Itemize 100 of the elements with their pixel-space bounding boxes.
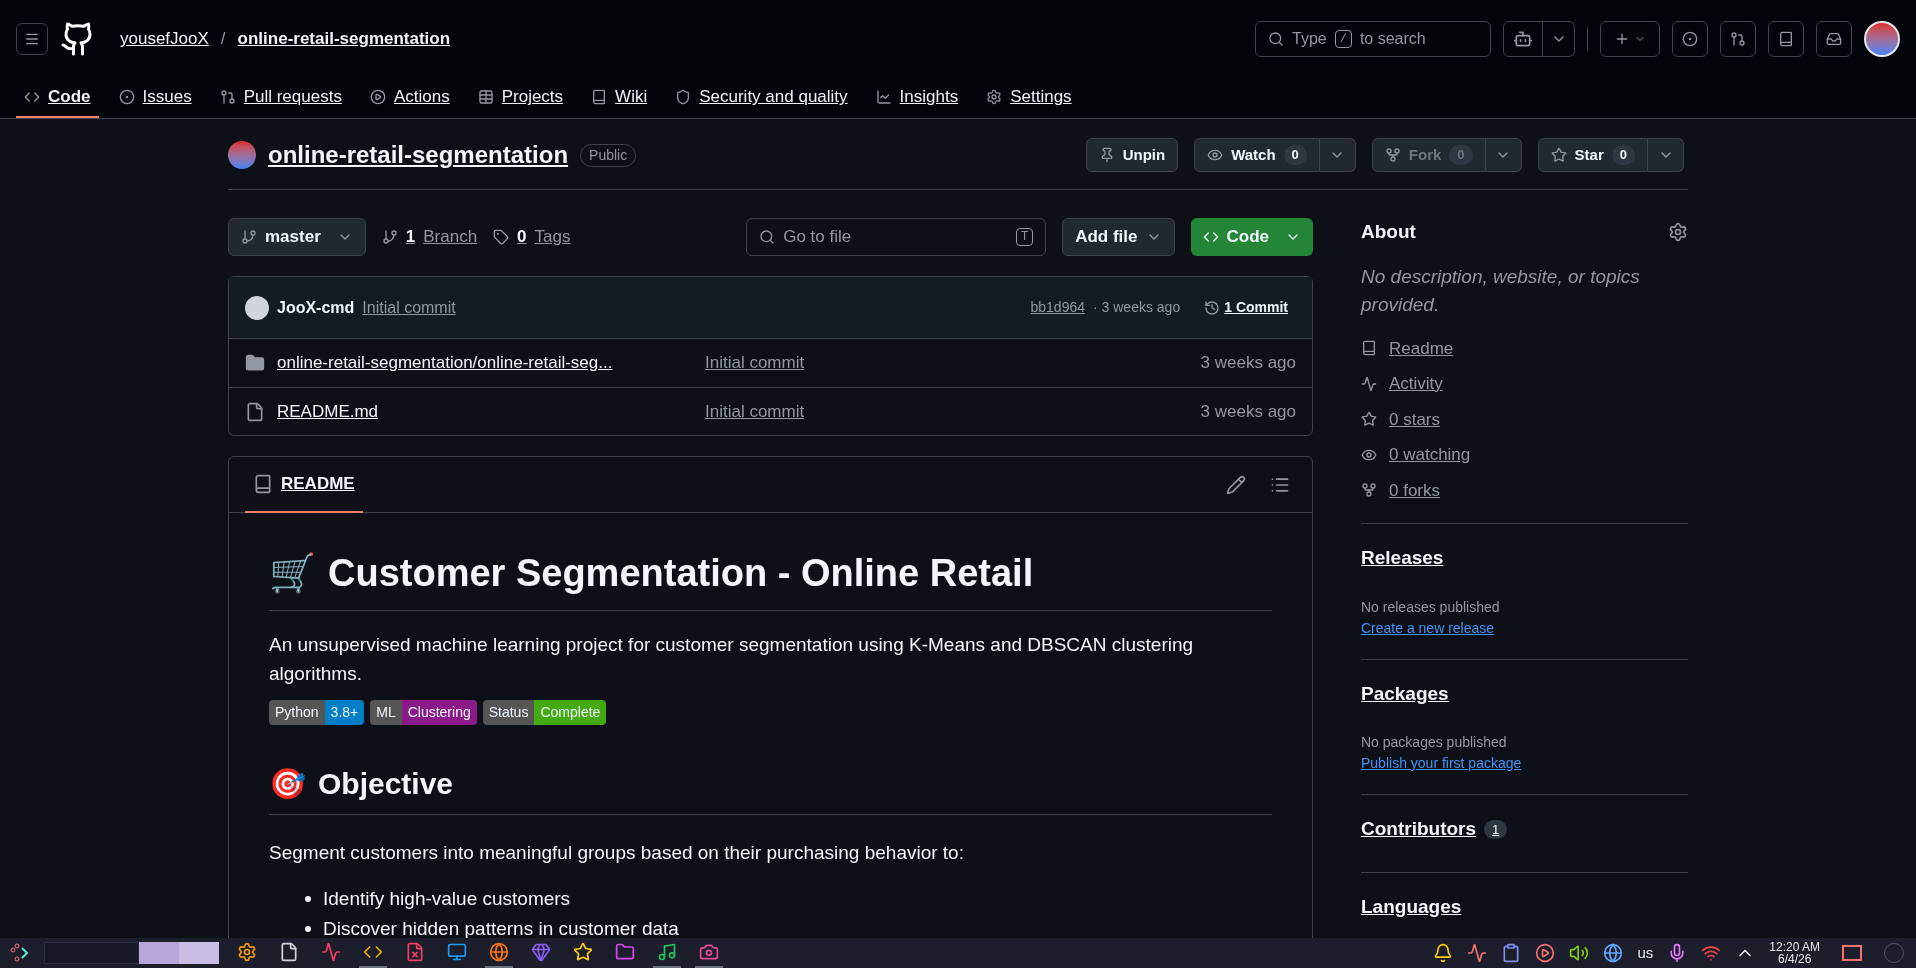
clipboard-icon[interactable] bbox=[1501, 943, 1522, 963]
file-time: 3 weeks ago bbox=[1200, 352, 1296, 375]
commit-time: · 3 weeks ago bbox=[1093, 298, 1181, 317]
pulse-icon[interactable] bbox=[1467, 943, 1488, 963]
issue-icon bbox=[118, 89, 135, 105]
about-link[interactable]: 0 watching bbox=[1389, 442, 1471, 468]
graph-icon bbox=[875, 89, 892, 105]
section-heading-link[interactable]: Languages bbox=[1361, 892, 1462, 921]
count-badge: 0 bbox=[1449, 145, 1473, 165]
breadcrumb-separator: / bbox=[219, 28, 227, 51]
eye-icon bbox=[1207, 147, 1224, 163]
search-icon bbox=[759, 229, 776, 245]
settings-icon[interactable] bbox=[1668, 222, 1688, 243]
book-icon bbox=[1778, 31, 1794, 47]
nav-tab[interactable]: Wiki bbox=[583, 78, 656, 118]
table-icon bbox=[477, 89, 494, 105]
search-field[interactable]: Type / to search bbox=[1255, 21, 1491, 57]
nav-tab[interactable]: Security and quality bbox=[667, 78, 856, 118]
nav-tab[interactable]: Pull requests bbox=[211, 78, 350, 118]
fork-icon bbox=[1384, 147, 1401, 163]
wifi-icon[interactable] bbox=[1701, 943, 1722, 963]
add-file-button[interactable]: Add file bbox=[1062, 218, 1175, 256]
play-icon[interactable] bbox=[1535, 943, 1556, 963]
play-icon bbox=[369, 89, 386, 105]
go-to-file-input[interactable]: Go to file bbox=[783, 224, 1008, 250]
about-link[interactable]: Readme bbox=[1389, 335, 1454, 361]
branch-selector[interactable]: master bbox=[228, 218, 366, 256]
book-icon bbox=[591, 89, 608, 105]
branches-link[interactable]: 1 Branch bbox=[381, 224, 478, 250]
sidebar-link[interactable]: Create a new release bbox=[1361, 617, 1495, 639]
commit-hash-link[interactable]: bb1d964 bbox=[1030, 297, 1086, 318]
repositories-button[interactable] bbox=[1768, 21, 1804, 57]
readme-intro: An unsupervised machine learning project for customer segmentation using K-Means and DBSCAN clustering algorithms. bbox=[269, 633, 1195, 686]
file-name-link[interactable]: README.md bbox=[277, 398, 677, 425]
tags-link[interactable]: 0 Tags bbox=[493, 224, 571, 250]
star-icon bbox=[573, 942, 593, 962]
owner-link[interactable]: yousefJooX bbox=[120, 26, 209, 52]
nav-tab[interactable]: Code bbox=[16, 78, 99, 118]
show-desktop-button[interactable] bbox=[1842, 945, 1862, 961]
file-name-link[interactable]: online-retail-segmentation/online-retail-seg... bbox=[277, 350, 677, 376]
section-heading-link[interactable]: Releases bbox=[1361, 544, 1444, 573]
pull-requests-button[interactable] bbox=[1720, 21, 1756, 57]
about-link[interactable]: 0 forks bbox=[1389, 477, 1441, 503]
keyboard-layout[interactable]: us bbox=[1637, 941, 1654, 965]
go-to-file-field[interactable]: Go to file T bbox=[746, 218, 1047, 256]
file-time: 3 weeks ago bbox=[1200, 400, 1296, 423]
commit-message-link[interactable]: Initial commit bbox=[362, 295, 456, 320]
commits-link[interactable]: 1 Commit bbox=[1204, 297, 1288, 318]
volume-icon[interactable] bbox=[1569, 943, 1590, 963]
branch-icon bbox=[381, 229, 398, 245]
readme-tab[interactable]: README bbox=[245, 456, 363, 513]
history-icon bbox=[1204, 299, 1221, 316]
menu-button[interactable] bbox=[16, 23, 48, 55]
commit-author[interactable]: JooX-cmd bbox=[277, 295, 355, 320]
repo-action-button[interactable]: Watch 0 bbox=[1194, 138, 1320, 172]
issue-icon bbox=[1682, 31, 1698, 47]
nav-tab[interactable]: Projects bbox=[469, 78, 572, 118]
empty-note: No releases published bbox=[1361, 597, 1501, 617]
about-description: No description, website, or topics provided. bbox=[1361, 264, 1641, 317]
nav-tab[interactable]: Issues bbox=[110, 78, 200, 118]
menu-icon bbox=[24, 31, 40, 47]
about-link[interactable]: 0 stars bbox=[1389, 406, 1441, 432]
section-heading-link[interactable]: Contributors bbox=[1361, 815, 1477, 844]
count-badge: 1 bbox=[1484, 819, 1508, 839]
settings-icon bbox=[237, 942, 257, 962]
clock[interactable]: 12:20 AM 6/4/26 bbox=[1769, 941, 1820, 965]
section-heading-link[interactable]: Packages bbox=[1361, 679, 1449, 708]
author-avatar bbox=[245, 295, 269, 320]
tag-icon bbox=[493, 229, 510, 245]
bell-icon[interactable] bbox=[1433, 943, 1454, 963]
inbox-button[interactable] bbox=[1816, 21, 1852, 57]
file-icon bbox=[245, 401, 265, 422]
branch-icon bbox=[241, 229, 257, 245]
commit-message-link[interactable]: Initial commit bbox=[705, 350, 805, 376]
workspace-pager[interactable] bbox=[44, 942, 219, 964]
nav-tab[interactable]: Settings bbox=[978, 78, 1080, 118]
about-heading: About bbox=[1361, 220, 1416, 244]
copilot-button[interactable] bbox=[1503, 21, 1543, 57]
code-icon bbox=[1202, 229, 1219, 245]
globe-icon[interactable] bbox=[1603, 943, 1624, 963]
user-avatar[interactable] bbox=[1864, 21, 1900, 57]
star-icon bbox=[1550, 147, 1567, 163]
commit-message-link[interactable]: Initial commit bbox=[705, 398, 805, 425]
code-button[interactable]: Code bbox=[1190, 218, 1313, 256]
repo-link[interactable]: online-retail-segmentation bbox=[237, 26, 451, 52]
sidebar-link[interactable]: Publish your first package bbox=[1361, 753, 1522, 774]
target-emoji: 🎯 bbox=[269, 766, 306, 802]
repo-title-link[interactable]: online-retail-segmentation bbox=[268, 137, 569, 173]
issues-button[interactable] bbox=[1672, 21, 1708, 57]
nav-tab[interactable]: Insights bbox=[867, 78, 967, 118]
launcher-icon[interactable] bbox=[8, 942, 30, 964]
about-link[interactable]: Activity bbox=[1389, 371, 1443, 397]
repo-action-button[interactable]: Star 0 bbox=[1537, 138, 1648, 172]
unpin-button[interactable]: Unpin bbox=[1085, 138, 1179, 172]
folder-icon bbox=[615, 942, 635, 962]
fork-icon bbox=[1361, 482, 1377, 499]
file-icon bbox=[279, 942, 299, 962]
section-text: Segment customers into meaningful groups based on their purchasing behavior to: bbox=[269, 841, 965, 865]
pull-request-icon bbox=[219, 89, 236, 105]
nav-tab[interactable]: Actions bbox=[361, 78, 458, 118]
